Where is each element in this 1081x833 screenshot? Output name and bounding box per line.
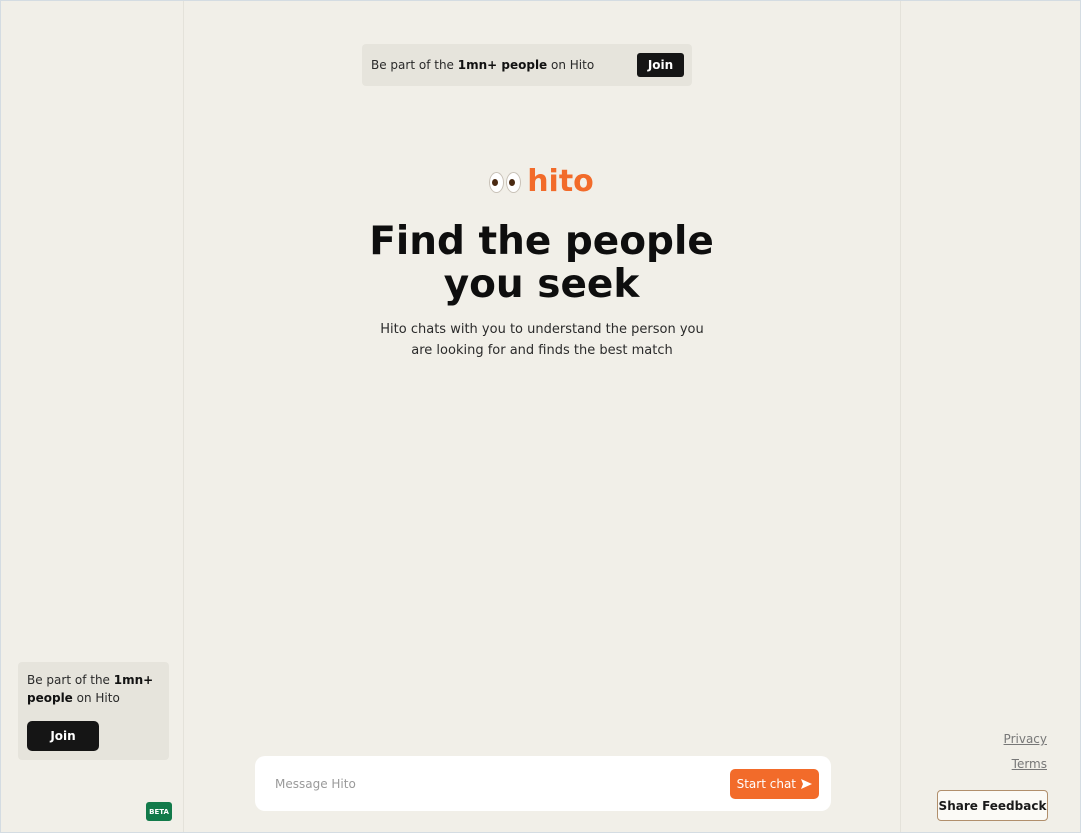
hero-title: Find the people you seek — [1, 219, 1080, 307]
banner-join-button[interactable]: Join — [637, 53, 684, 77]
message-input[interactable] — [273, 775, 730, 792]
eyes-icon — [489, 171, 522, 193]
side-card-prefix: Be part of the — [27, 673, 114, 687]
banner-bold: 1mn+ people — [457, 58, 548, 72]
join-banner-text: Be part of the 1mn+ people on Hito — [371, 58, 637, 72]
privacy-link[interactable]: Privacy — [1004, 732, 1047, 746]
banner-suffix: on Hito — [547, 58, 595, 72]
hito-logo: hito — [1, 164, 1080, 199]
hero-subtitle: Hito chats with you to understand the pe… — [380, 322, 704, 358]
start-chat-label: Start chat — [736, 776, 796, 791]
sidebar-join-button[interactable]: Join — [27, 721, 99, 751]
side-card-suffix: on Hito — [72, 691, 120, 705]
hero-title-line2: you seek — [443, 262, 640, 307]
right-sidebar — [900, 1, 1080, 832]
send-icon — [801, 778, 812, 789]
join-banner: Be part of the 1mn+ people on Hito Join — [362, 44, 692, 86]
side-card-bold-1: 1mn+ — [113, 673, 154, 687]
side-card-bold-2: people — [27, 691, 73, 705]
terms-link[interactable]: Terms — [1012, 757, 1047, 771]
start-chat-button[interactable]: Start chat — [729, 768, 819, 799]
sidebar-join-text: Be part of the 1mn+ people on Hito — [27, 671, 160, 707]
banner-prefix: Be part of the — [371, 58, 458, 72]
sidebar-join-card: Be part of the 1mn+ people on Hito Join — [18, 662, 169, 760]
share-feedback-button[interactable]: Share Feedback — [937, 790, 1048, 821]
page: Be part of the 1mn+ people on Hito Join … — [0, 0, 1081, 833]
chat-composer: Start chat — [255, 756, 831, 811]
logo-text: hito — [527, 164, 594, 199]
hero-title-line1: Find the people — [369, 219, 714, 264]
beta-badge: BETA — [146, 802, 172, 821]
